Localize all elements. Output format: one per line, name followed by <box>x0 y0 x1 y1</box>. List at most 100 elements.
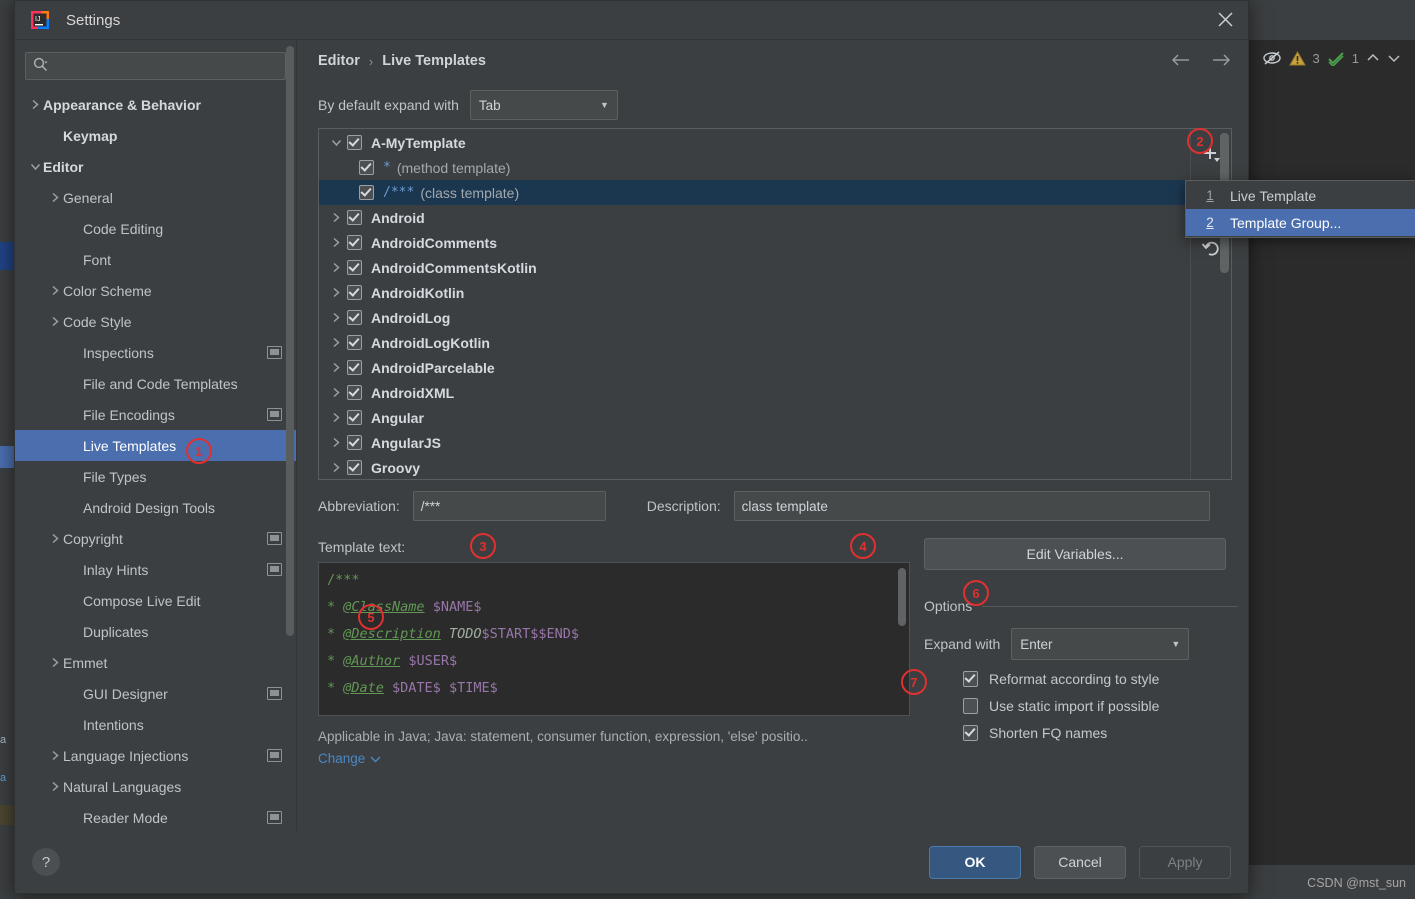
sidebar-item-natural-languages[interactable]: Natural Languages <box>15 771 296 802</box>
sidebar-item-font[interactable]: Font <box>15 244 296 275</box>
template-tree-row[interactable]: AndroidLogKotlin <box>319 330 1190 355</box>
template-tree-row[interactable]: A-MyTemplate <box>319 130 1190 155</box>
chevron-down-icon[interactable] <box>325 137 347 148</box>
chevron-right-icon[interactable] <box>325 237 347 248</box>
change-context-link[interactable]: Change <box>318 751 381 766</box>
help-button[interactable]: ? <box>32 848 60 876</box>
chevron-up-icon[interactable] <box>1366 53 1380 63</box>
search-input[interactable] <box>53 57 278 75</box>
sidebar-item-color-scheme[interactable]: Color Scheme <box>15 275 296 306</box>
template-checkbox[interactable] <box>347 310 362 325</box>
chevron-right-icon[interactable] <box>47 192 63 203</box>
chevron-down-icon[interactable] <box>1387 53 1401 63</box>
chevron-right-icon[interactable] <box>47 750 63 761</box>
sidebar-item-file-types[interactable]: File Types <box>15 461 296 492</box>
description-input[interactable]: class template <box>733 491 1210 521</box>
checkbox[interactable] <box>963 725 978 741</box>
chevron-right-icon[interactable] <box>47 533 63 544</box>
template-tree-row[interactable]: AndroidComments <box>319 230 1190 255</box>
template-text-editor[interactable]: /*** * @ClassName $NAME$ * @Description TO… <box>318 562 910 716</box>
sidebar-item-editor[interactable]: Editor <box>15 151 296 182</box>
check-icon[interactable] <box>1327 51 1345 66</box>
arrow-right-icon[interactable] <box>1210 53 1232 70</box>
inspection-widget[interactable]: 3 1 <box>1262 50 1401 66</box>
template-tree[interactable]: A-MyTemplate * (method template) /*** (class… <box>319 129 1190 479</box>
checkbox[interactable] <box>963 671 978 687</box>
template-tree-row[interactable]: AndroidLog <box>319 305 1190 330</box>
template-tree-row[interactable]: AndroidXML <box>319 380 1190 405</box>
popup-item-template-group[interactable]: 2 Template Group... <box>1186 209 1415 236</box>
sidebar-item-code-editing[interactable]: Code Editing <box>15 213 296 244</box>
sidebar-item-file-and-code-templates[interactable]: File and Code Templates <box>15 368 296 399</box>
eye-off-icon[interactable] <box>1262 50 1282 66</box>
template-checkbox[interactable] <box>347 135 362 150</box>
close-icon[interactable] <box>1202 1 1248 38</box>
expand-with-select[interactable]: Enter ▼ <box>1011 628 1190 660</box>
sidebar-item-duplicates[interactable]: Duplicates <box>15 616 296 647</box>
option-checkbox-use-static-import-if-possible[interactable]: Use static import if possible <box>924 698 1238 714</box>
chevron-right-icon[interactable] <box>325 437 347 448</box>
checkbox[interactable] <box>963 698 978 714</box>
arrow-left-icon[interactable] <box>1170 53 1192 70</box>
sidebar-item-inspections[interactable]: Inspections <box>15 337 296 368</box>
template-checkbox[interactable] <box>359 160 374 175</box>
sidebar-item-file-encodings[interactable]: File Encodings <box>15 399 296 430</box>
chevron-right-icon[interactable] <box>325 462 347 473</box>
default-expand-select[interactable]: Tab ▼ <box>469 90 618 120</box>
warning-icon[interactable] <box>1288 50 1306 66</box>
code-scrollbar[interactable] <box>898 568 906 626</box>
template-checkbox[interactable] <box>347 335 362 350</box>
template-tree-row[interactable]: Groovy <box>319 455 1190 479</box>
chevron-right-icon[interactable] <box>325 262 347 273</box>
chevron-right-icon[interactable] <box>47 657 63 668</box>
sidebar-item-appearance-behavior[interactable]: Appearance & Behavior <box>15 89 296 120</box>
chevron-right-icon[interactable] <box>325 337 347 348</box>
option-checkbox-shorten-fq-names[interactable]: Shorten FQ names <box>924 725 1238 741</box>
popup-item-live-template[interactable]: 1 Live Template <box>1186 182 1415 209</box>
sidebar-item-live-templates[interactable]: Live Templates <box>15 430 296 461</box>
sidebar-scrollbar[interactable] <box>286 46 294 636</box>
chevron-right-icon[interactable] <box>325 287 347 298</box>
sidebar-item-code-style[interactable]: Code Style <box>15 306 296 337</box>
sidebar-item-keymap[interactable]: Keymap <box>15 120 296 151</box>
breadcrumb-parent[interactable]: Editor <box>318 53 360 69</box>
chevron-down-icon[interactable] <box>27 161 43 172</box>
search-box[interactable] <box>25 52 286 80</box>
template-checkbox[interactable] <box>347 385 362 400</box>
sidebar-item-reader-mode[interactable]: Reader Mode <box>15 802 296 831</box>
template-tree-row[interactable]: AndroidCommentsKotlin <box>319 255 1190 280</box>
sidebar-item-language-injections[interactable]: Language Injections <box>15 740 296 771</box>
chevron-right-icon[interactable] <box>325 212 347 223</box>
template-tree-row[interactable]: AngularJS <box>319 430 1190 455</box>
template-tree-row[interactable]: Android <box>319 205 1190 230</box>
chevron-right-icon[interactable] <box>27 99 43 110</box>
abbreviation-input[interactable]: /*** <box>412 491 606 521</box>
template-checkbox[interactable] <box>347 285 362 300</box>
cancel-button[interactable]: Cancel <box>1034 845 1126 879</box>
chevron-right-icon[interactable] <box>325 412 347 423</box>
template-tree-row[interactable]: Angular <box>319 405 1190 430</box>
sidebar-item-inlay-hints[interactable]: Inlay Hints <box>15 554 296 585</box>
template-checkbox[interactable] <box>347 435 362 450</box>
template-checkbox[interactable] <box>347 235 362 250</box>
chevron-right-icon[interactable] <box>47 285 63 296</box>
chevron-right-icon[interactable] <box>47 781 63 792</box>
sidebar-item-gui-designer[interactable]: GUI Designer <box>15 678 296 709</box>
option-checkbox-reformat-according-to-style[interactable]: Reformat according to style <box>924 671 1238 687</box>
sidebar-item-intentions[interactable]: Intentions <box>15 709 296 740</box>
sidebar-item-copyright[interactable]: Copyright <box>15 523 296 554</box>
chevron-right-icon[interactable] <box>325 312 347 323</box>
sidebar-item-compose-live-edit[interactable]: Compose Live Edit <box>15 585 296 616</box>
template-checkbox[interactable] <box>347 410 362 425</box>
edit-variables-button[interactable]: Edit Variables... <box>924 538 1226 570</box>
template-tree-row[interactable]: AndroidParcelable <box>319 355 1190 380</box>
template-checkbox[interactable] <box>347 460 362 475</box>
sidebar-item-general[interactable]: General <box>15 182 296 213</box>
template-checkbox[interactable] <box>347 210 362 225</box>
template-tree-row[interactable]: /*** (class template) <box>319 180 1190 205</box>
template-tree-row[interactable]: AndroidKotlin <box>319 280 1190 305</box>
chevron-right-icon[interactable] <box>47 316 63 327</box>
chevron-right-icon[interactable] <box>325 387 347 398</box>
sidebar-item-emmet[interactable]: Emmet <box>15 647 296 678</box>
template-tree-row[interactable]: * (method template) <box>319 155 1190 180</box>
